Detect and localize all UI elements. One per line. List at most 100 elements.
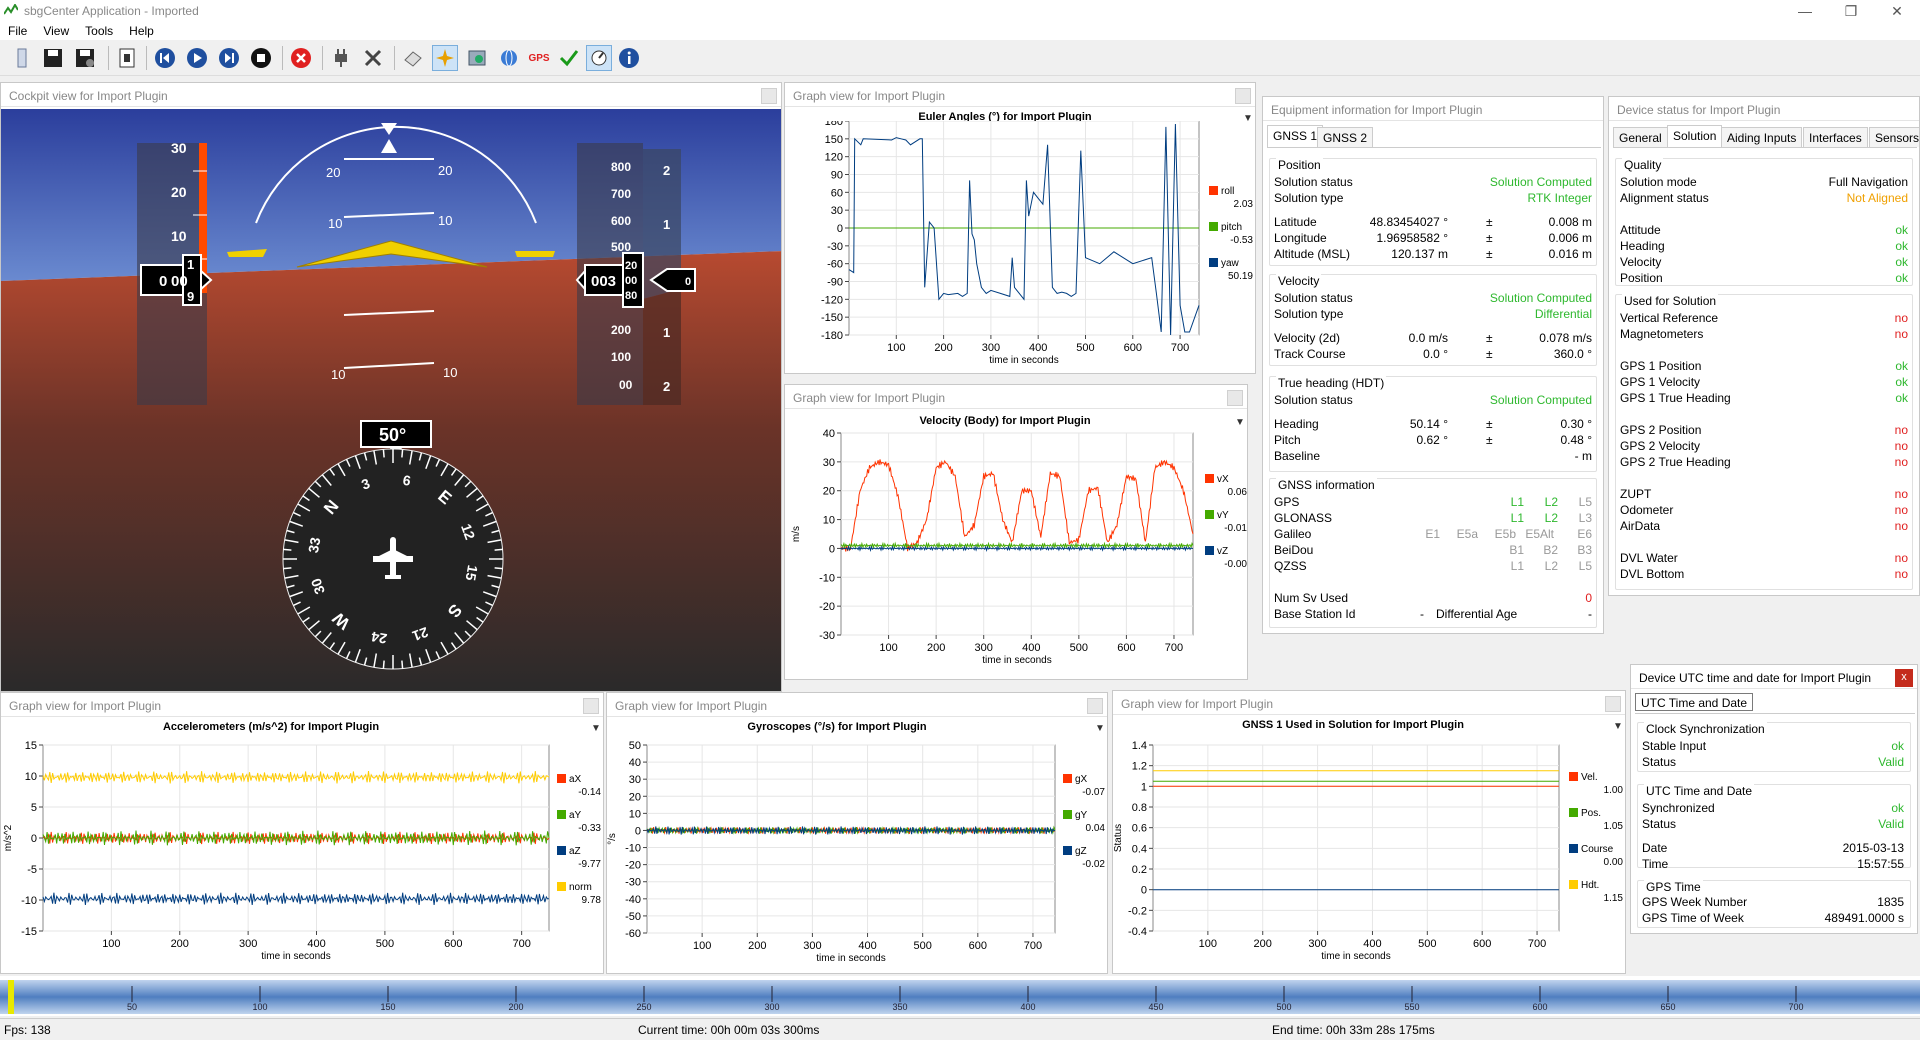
legend-swatch (1205, 546, 1214, 555)
speed-tick: 30 (171, 140, 187, 156)
map-view-icon[interactable] (464, 45, 490, 71)
legend-value: -0.14 (578, 787, 601, 798)
band-label: L1 (1510, 511, 1524, 525)
settings-dial-icon[interactable] (586, 45, 612, 71)
legend-entry: Hdt. 1.15 (1569, 879, 1625, 905)
timeline-cursor[interactable] (8, 980, 14, 1014)
tab-solution[interactable]: Solution (1667, 125, 1723, 147)
legend-entry: gZ -0.02 (1063, 845, 1107, 871)
timeline-tick-label: 450 (1148, 1002, 1163, 1012)
tab-gnss1[interactable]: GNSS 1 (1267, 125, 1324, 147)
gnss-chart-title: GNSS 1 Used in Solution for Import Plugi… (1242, 719, 1464, 731)
play-icon[interactable] (184, 45, 210, 71)
field-accuracy: 360.0 ° (1553, 347, 1592, 361)
x-tick-label: 300 (239, 938, 257, 950)
field-label: Attitude (1620, 223, 1661, 237)
cockpit-view-icon[interactable] (432, 45, 458, 71)
close-window-button[interactable]: ✕ (1874, 0, 1920, 22)
eraser-icon[interactable] (400, 45, 426, 71)
field-value: no (1894, 503, 1908, 517)
velocity-dropdown-icon[interactable]: ▼ (1235, 417, 1245, 428)
legend-name: Vel. (1581, 772, 1598, 783)
timeline-slider[interactable]: 50 100 150 200 250 300 350 400 450 500 550 600 650 70… (0, 976, 1920, 1016)
timeline-tick-label: 650 (1660, 1002, 1675, 1012)
field-value: 0.62 ° (1416, 433, 1449, 447)
field-label: Position (1620, 271, 1663, 285)
info-group: GPS Time GPS Week Number 1835 GPS Time of W… (1637, 880, 1911, 928)
menu-file[interactable]: File (0, 22, 35, 40)
legend-entry: vX 0.06 (1205, 473, 1247, 499)
field-label: Differential Age (1436, 607, 1518, 621)
legend-name: norm (569, 882, 592, 893)
field-label: GPS 2 Velocity (1620, 439, 1701, 453)
checkmark-icon[interactable] (556, 45, 582, 71)
tab-aiding-inputs[interactable]: Aiding Inputs (1721, 127, 1803, 147)
gyro-close-button[interactable] (1087, 698, 1103, 714)
menu-view[interactable]: View (35, 22, 77, 40)
timeline-tick-label: 600 (1532, 1002, 1547, 1012)
pitch-mark: 10 (331, 367, 345, 382)
velocity-close-button[interactable] (1227, 390, 1243, 406)
legend-name: roll (1221, 186, 1235, 197)
legend-entry: vY -0.01 (1205, 509, 1247, 535)
utc-close-button[interactable]: x (1895, 669, 1913, 687)
save-as-icon[interactable] (72, 45, 98, 71)
tab-general[interactable]: General (1613, 127, 1668, 147)
gyro-dropdown-icon[interactable]: ▼ (1095, 723, 1105, 734)
info-icon[interactable] (616, 45, 642, 71)
x-tick-label: 100 (879, 642, 897, 654)
accel-close-button[interactable] (583, 698, 599, 714)
field-label: AirData (1620, 519, 1661, 533)
gps-icon[interactable]: GPS (526, 45, 552, 71)
maximize-button[interactable]: ❐ (1828, 0, 1874, 22)
band-label: E5b (1494, 527, 1516, 541)
group-title: GNSS information (1276, 478, 1377, 492)
field-label: Longitude (1274, 231, 1327, 245)
constellation-label: QZSS (1274, 559, 1307, 573)
stop-icon[interactable] (248, 45, 274, 71)
cockpit-panel: Cockpit view for Import Plugin 20 20 10 … (0, 82, 782, 692)
info-group: Velocity Solution status Solution Computed… (1269, 274, 1597, 366)
vs-tick: 1 (663, 325, 670, 340)
globe-icon[interactable] (496, 45, 522, 71)
timeline-track[interactable]: 50 100 150 200 250 300 350 400 450 500 550 600 650 70… (0, 976, 1920, 1016)
disconnect-icon[interactable] (288, 45, 314, 71)
legend-swatch (1209, 258, 1218, 267)
tab-sensors[interactable]: Sensors (1869, 127, 1919, 147)
field-label: Latitude (1274, 215, 1317, 229)
plug-icon[interactable] (328, 45, 354, 71)
euler-dropdown-icon[interactable]: ▼ (1243, 113, 1253, 124)
tab-interfaces[interactable]: Interfaces (1803, 127, 1868, 147)
cockpit-close-button[interactable] (761, 88, 777, 104)
menu-help[interactable]: Help (121, 22, 162, 40)
gnss-close-button[interactable] (1605, 696, 1621, 712)
save-icon[interactable] (40, 45, 66, 71)
legend-swatch (557, 810, 566, 819)
y-tick-label: -30 (625, 877, 641, 889)
y-tick-label: -180 (821, 330, 843, 342)
x-axis-label: time in seconds (1321, 951, 1390, 962)
tab-gnss2[interactable]: GNSS 2 (1317, 127, 1374, 147)
tools-icon[interactable] (360, 45, 386, 71)
export-icon[interactable] (114, 45, 140, 71)
x-tick-label: 600 (1124, 342, 1142, 354)
accel-dropdown-icon[interactable]: ▼ (591, 723, 601, 734)
end-time-readout: End time: 00h 33m 28s 175ms (1272, 1023, 1435, 1037)
field-accuracy: 0.078 m/s (1539, 331, 1592, 345)
tab-utc-time-date[interactable]: UTC Time and Date (1635, 693, 1754, 711)
field-value: 1835 (1877, 895, 1904, 909)
go-end-icon[interactable] (216, 45, 242, 71)
field-label: Alignment status (1620, 191, 1709, 205)
y-tick-label: -10 (21, 895, 37, 907)
y-tick-label: -15 (21, 926, 37, 938)
euler-close-button[interactable] (1235, 88, 1251, 104)
menu-tools[interactable]: Tools (77, 22, 121, 40)
open-icon[interactable] (8, 45, 34, 71)
gyro-panel-title: Graph view for Import Plugin (607, 693, 1107, 717)
minimize-button[interactable]: — (1782, 0, 1828, 22)
field-accuracy: - m (1574, 449, 1592, 463)
gnss-dropdown-icon[interactable]: ▼ (1613, 721, 1623, 732)
device-status-panel: Device status for Import Plugin General … (1608, 96, 1920, 596)
go-start-icon[interactable] (152, 45, 178, 71)
field-label: ZUPT (1620, 487, 1652, 501)
